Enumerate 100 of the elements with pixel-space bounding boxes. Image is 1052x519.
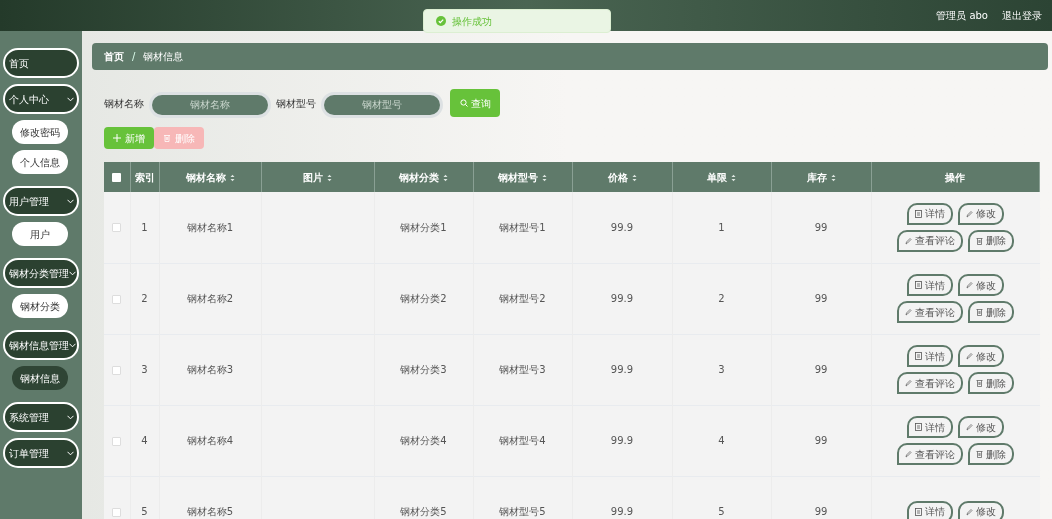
chevron-down-icon — [69, 270, 76, 276]
trash-icon — [163, 134, 171, 142]
trash-icon — [976, 236, 983, 245]
table-cell: 99 — [814, 364, 828, 375]
table-cell: 99 — [814, 221, 828, 233]
row-action-button[interactable]: 查看评论 — [897, 229, 963, 252]
field-label: 钢材型号 — [276, 96, 316, 111]
select-all-checkbox[interactable] — [112, 173, 122, 182]
row-action-button[interactable]: 查看评论 — [897, 301, 963, 323]
table-cell: 钢材型号5 — [499, 506, 546, 517]
row-action-button[interactable]: 删除 — [968, 372, 1014, 394]
table-cell: 99.9 — [610, 364, 634, 375]
logout-link[interactable]: 退出登录 — [1002, 8, 1042, 23]
row-action-button[interactable]: 查看评论 — [897, 443, 963, 465]
table-cell: 99.9 — [610, 221, 634, 233]
pencil-icon — [966, 352, 973, 360]
menu-group[interactable]: 钢材分类管理 — [3, 258, 79, 288]
trash-icon — [976, 450, 983, 458]
row-action-button[interactable]: 详情 — [907, 202, 953, 225]
table-cell: 钢材名称2 — [186, 293, 234, 304]
table-cell: 2 — [141, 293, 148, 304]
table-cell: 钢材名称3 — [186, 364, 234, 375]
row-checkbox[interactable] — [112, 365, 122, 375]
search-icon — [459, 99, 468, 107]
row-action-button[interactable]: 修改 — [958, 274, 1004, 296]
menu-group[interactable]: 订单管理 — [3, 438, 79, 468]
submenu-item[interactable]: 钢材信息 — [12, 366, 68, 390]
trash-icon — [976, 308, 983, 316]
row-action-button[interactable]: 修改 — [958, 416, 1004, 438]
document-icon — [915, 352, 922, 360]
table-cell: 钢材分类4 — [400, 435, 447, 446]
row-action-button[interactable]: 详情 — [907, 500, 953, 519]
table-cell: 钢材分类2 — [400, 293, 447, 304]
row-action-button[interactable]: 详情 — [907, 345, 953, 367]
toast-message: 操作成功 — [452, 14, 492, 29]
menu-group[interactable]: 首页 — [3, 48, 79, 78]
menu-group[interactable]: 个人中心 — [3, 84, 79, 114]
row-action-button[interactable]: 删除 — [968, 301, 1014, 323]
chevron-down-icon — [67, 450, 74, 456]
row-checkbox[interactable] — [112, 436, 122, 446]
pencil-icon — [905, 236, 912, 245]
trash-icon — [976, 379, 983, 387]
table-cell: 钢材名称1 — [186, 221, 234, 233]
table-cell: 3 — [141, 364, 148, 375]
table-cell: 99.9 — [610, 435, 634, 446]
chevron-down-icon — [67, 96, 74, 102]
table-cell: 钢材分类5 — [400, 506, 447, 517]
pencil-icon — [905, 308, 912, 316]
table-cell: 1 — [141, 221, 148, 233]
breadcrumb-separator: / — [132, 50, 136, 64]
pencil-icon — [966, 423, 973, 431]
user-label: 管理员 abo — [936, 9, 988, 23]
chevron-down-icon — [69, 342, 76, 348]
table-cell: 5 — [141, 506, 148, 517]
menu-group[interactable]: 钢材信息管理 — [3, 330, 79, 360]
row-action-button[interactable]: 修改 — [958, 345, 1004, 367]
chevron-down-icon — [67, 198, 74, 204]
row-action-button[interactable]: 删除 — [968, 229, 1014, 252]
menu-group[interactable]: 用户管理 — [3, 186, 79, 216]
row-action-button[interactable]: 详情 — [907, 274, 953, 296]
document-icon — [915, 281, 922, 289]
breadcrumb-current: 钢材信息 — [143, 50, 184, 64]
table-cell: 99 — [814, 293, 828, 304]
field-label: 钢材名称 — [104, 96, 144, 111]
table-cell: 钢材型号3 — [499, 364, 546, 375]
table-cell: 钢材分类1 — [400, 221, 447, 233]
row-action-button[interactable]: 删除 — [968, 443, 1014, 465]
table-cell: 钢材名称4 — [186, 435, 234, 446]
pencil-icon — [905, 379, 912, 387]
table-cell: 99 — [814, 506, 828, 517]
breadcrumb-link[interactable]: 首页 — [104, 49, 124, 64]
pencil-icon — [966, 507, 973, 516]
table-cell: 4 — [141, 435, 148, 446]
table-cell: 3 — [718, 364, 725, 375]
document-icon — [915, 209, 922, 218]
search-field[interactable]: 钢材型号 — [324, 94, 440, 115]
row-checkbox[interactable] — [112, 507, 122, 517]
search-field[interactable]: 钢材名称 — [152, 94, 268, 115]
table-cell: 钢材型号4 — [499, 435, 546, 446]
document-icon — [915, 423, 922, 431]
submenu-item[interactable]: 个人信息 — [12, 150, 68, 174]
submenu-item[interactable]: 修改密码 — [12, 120, 68, 144]
table-cell: 钢材分类3 — [400, 364, 447, 375]
table-cell: 2 — [718, 293, 725, 304]
row-checkbox[interactable] — [112, 223, 122, 233]
document-icon — [915, 507, 922, 516]
plus-icon — [113, 134, 121, 142]
row-action-button[interactable]: 修改 — [958, 500, 1004, 519]
submenu-item[interactable]: 钢材分类 — [12, 294, 68, 318]
table-cell: 钢材型号2 — [499, 293, 546, 304]
row-action-button[interactable]: 查看评论 — [897, 372, 963, 394]
table-cell: 99 — [814, 435, 828, 446]
row-checkbox[interactable] — [112, 294, 122, 304]
table-cell: 99.9 — [610, 506, 634, 517]
submenu-item[interactable]: 用户 — [12, 222, 68, 246]
menu-group[interactable]: 系统管理 — [3, 402, 79, 432]
table-cell: 钢材型号1 — [499, 221, 546, 233]
table-cell: 5 — [718, 506, 725, 517]
row-action-button[interactable]: 修改 — [958, 202, 1004, 225]
row-action-button[interactable]: 详情 — [907, 416, 953, 438]
